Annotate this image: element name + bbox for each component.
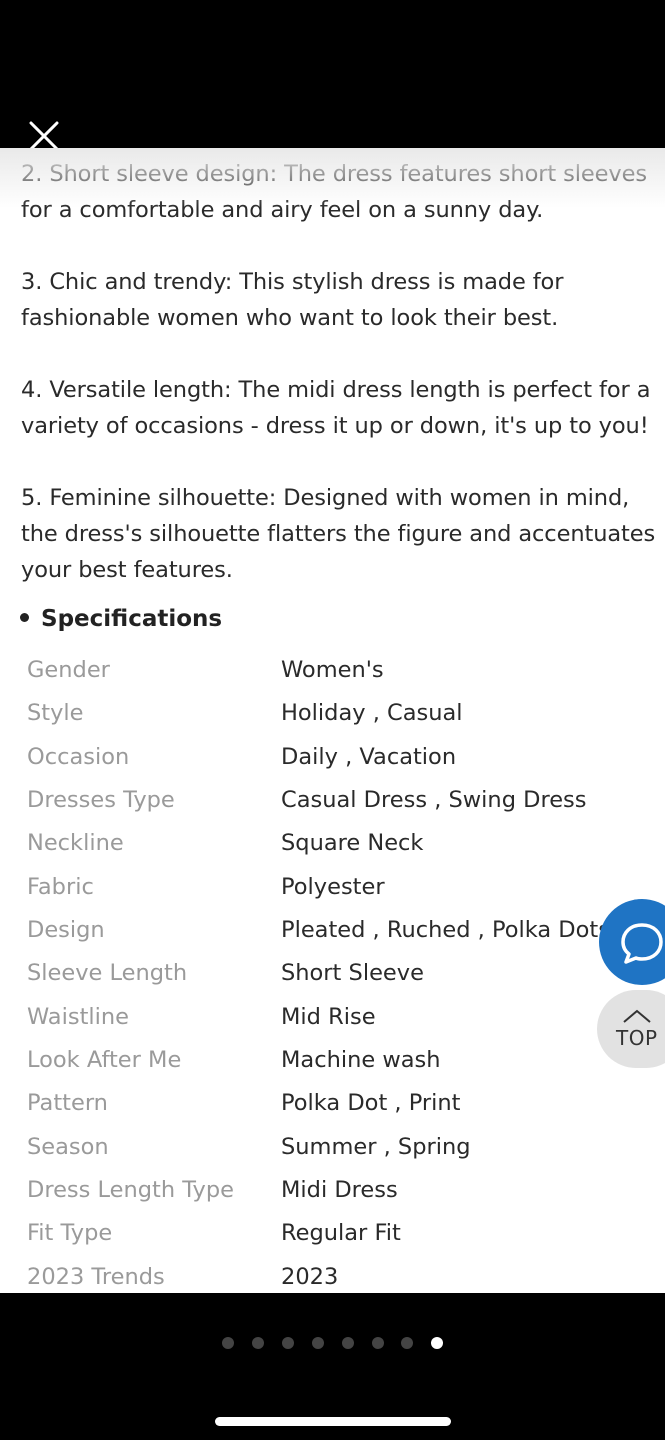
pagination-dot[interactable] bbox=[282, 1337, 294, 1349]
pagination-dot[interactable] bbox=[312, 1337, 324, 1349]
specifications-heading-label: Specifications bbox=[41, 606, 223, 632]
spec-key: Fit Type bbox=[27, 1220, 113, 1246]
spec-row: Dress Length Type Midi Dress bbox=[0, 1169, 665, 1212]
spec-value: Daily , Vacation bbox=[281, 744, 457, 770]
chat-button[interactable] bbox=[599, 899, 665, 985]
spec-row: Gender Women's bbox=[0, 649, 665, 692]
pagination-dot[interactable] bbox=[222, 1337, 234, 1349]
spec-row: 2023 Trends 2023 bbox=[0, 1256, 665, 1293]
spec-key: Waistline bbox=[27, 1004, 129, 1030]
spec-row: Pattern Polka Dot , Print bbox=[0, 1082, 665, 1125]
spec-key: Pattern bbox=[27, 1090, 108, 1116]
spec-key: Gender bbox=[27, 657, 110, 683]
spec-key: 2023 Trends bbox=[27, 1264, 165, 1290]
spec-key: Occasion bbox=[27, 744, 130, 770]
spec-value: Midi Dress bbox=[281, 1177, 398, 1203]
chevron-up-icon bbox=[623, 1009, 651, 1023]
feature-paragraph: 5. Feminine silhouette: Designed with wo… bbox=[21, 485, 656, 583]
spec-value: Short Sleeve bbox=[281, 960, 424, 986]
spec-value: Polyester bbox=[281, 874, 385, 900]
pagination-dot[interactable] bbox=[342, 1337, 354, 1349]
spec-row: Look After Me Machine wash bbox=[0, 1039, 665, 1082]
spec-row: Season Summer , Spring bbox=[0, 1126, 665, 1169]
spec-key: Design bbox=[27, 917, 105, 943]
back-to-top-label: TOP bbox=[616, 1026, 658, 1050]
bullet-icon bbox=[20, 613, 29, 622]
pagination-dot-active[interactable] bbox=[431, 1337, 443, 1349]
spec-value: 2023 bbox=[281, 1264, 339, 1290]
feature-paragraph: 3. Chic and trendy: This stylish dress i… bbox=[21, 269, 564, 331]
spec-key: Season bbox=[27, 1134, 109, 1160]
spec-key: Dress Length Type bbox=[27, 1177, 234, 1203]
feature-paragraph: 4. Versatile length: The midi dress leng… bbox=[21, 377, 651, 439]
home-indicator[interactable] bbox=[215, 1417, 451, 1426]
spec-value: Regular Fit bbox=[281, 1220, 401, 1246]
viewer-top-bar bbox=[0, 0, 665, 151]
spec-row: Design Pleated , Ruched , Polka Dots bbox=[0, 909, 665, 952]
spec-key: Fabric bbox=[27, 874, 94, 900]
pagination-dot[interactable] bbox=[372, 1337, 384, 1349]
spec-value: Casual Dress , Swing Dress bbox=[281, 787, 587, 813]
spec-row: Neckline Square Neck bbox=[0, 822, 665, 865]
specifications-heading: Specifications bbox=[20, 606, 222, 632]
spec-value: Machine wash bbox=[281, 1047, 441, 1073]
spec-row: Occasion Daily , Vacation bbox=[0, 736, 665, 779]
spec-value: Square Neck bbox=[281, 830, 424, 856]
spec-key: Sleeve Length bbox=[27, 960, 188, 986]
spec-key: Style bbox=[27, 700, 84, 726]
spec-row: Fabric Polyester bbox=[0, 866, 665, 909]
spec-value: Summer , Spring bbox=[281, 1134, 471, 1160]
spec-row: Waistline Mid Rise bbox=[0, 996, 665, 1039]
back-to-top-button[interactable]: TOP bbox=[597, 990, 665, 1068]
pagination-dot[interactable] bbox=[252, 1337, 264, 1349]
spec-row: Fit Type Regular Fit bbox=[0, 1212, 665, 1255]
spec-row: Dresses Type Casual Dress , Swing Dress bbox=[0, 779, 665, 822]
spec-value: Women's bbox=[281, 657, 384, 683]
pagination-dot[interactable] bbox=[401, 1337, 413, 1349]
spec-row: Sleeve Length Short Sleeve bbox=[0, 952, 665, 995]
spec-value: Holiday , Casual bbox=[281, 700, 463, 726]
image-pagination bbox=[0, 1335, 665, 1351]
chat-bubble-icon bbox=[621, 923, 663, 964]
spec-key: Neckline bbox=[27, 830, 124, 856]
spec-value: Polka Dot , Print bbox=[281, 1090, 461, 1116]
feature-paragraph: 2. Short sleeve design: The dress featur… bbox=[21, 161, 647, 223]
spec-value: Mid Rise bbox=[281, 1004, 376, 1030]
spec-key: Dresses Type bbox=[27, 787, 175, 813]
spec-row: Style Holiday , Casual bbox=[0, 692, 665, 735]
spec-key: Look After Me bbox=[27, 1047, 182, 1073]
spec-value: Pleated , Ruched , Polka Dots bbox=[281, 917, 610, 943]
product-description-panel[interactable]: 2. Short sleeve design: The dress featur… bbox=[0, 148, 665, 1293]
